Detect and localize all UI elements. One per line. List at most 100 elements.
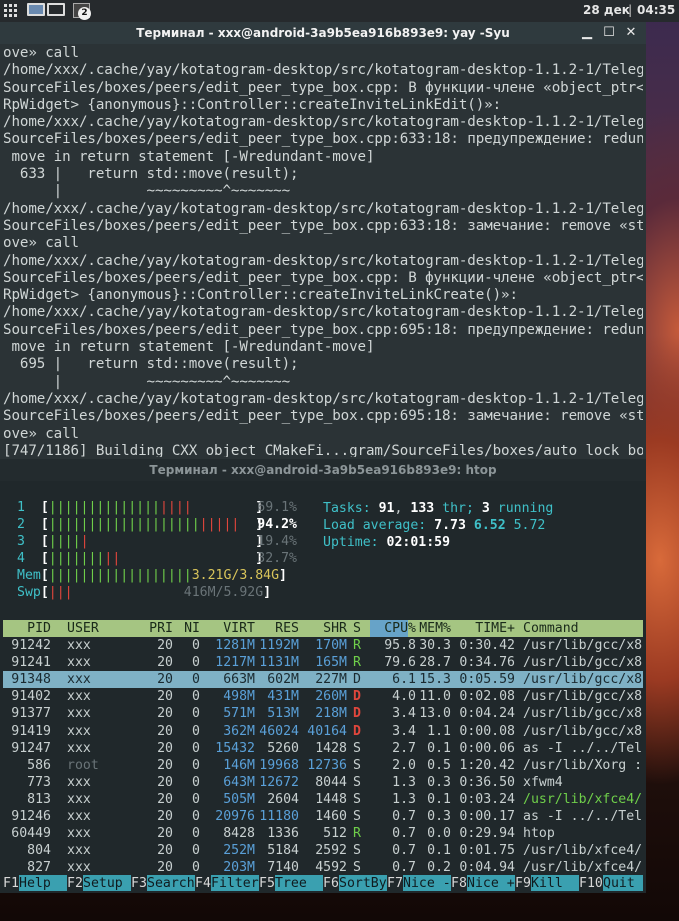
cell-mem: 15.3	[419, 672, 451, 688]
cell-user: xxx	[67, 740, 91, 756]
table-row[interactable]: 813 xxx 20 0 505M 2604 1448 S 1.3 0.1 0:03.24/usr/…	[3, 791, 643, 808]
cell-cpu: 0.7	[392, 860, 416, 876]
minimize-icon[interactable]: ▁	[576, 22, 598, 44]
fkey-f4[interactable]: F4 Filter	[195, 875, 259, 891]
fkey-key: F3	[131, 876, 147, 891]
cell-command: as -I ../../Tel	[523, 740, 643, 756]
cell-pri: 20	[157, 809, 173, 824]
cell-s: S	[353, 757, 361, 773]
terminal-line: RpWidget> {anonymous}::Controller::creat…	[3, 96, 502, 113]
cell-ni: 0	[192, 689, 200, 705]
fkey-label: Quit	[603, 875, 643, 891]
terminal-line: /home/xxx/.cache/yay/kotatogram-desktop/…	[3, 252, 643, 269]
terminal-output[interactable]: ove» call/home/xxx/.cache/yay/kotatogram…	[3, 45, 643, 457]
mem-meter-bar: ||||||||||||||||||	[48, 568, 192, 583]
terminal-line: SourceFiles/boxes/peers/edit_peer_type_b…	[3, 217, 643, 234]
fkey-f9[interactable]: F9 Kill	[515, 875, 579, 891]
table-row[interactable]: 91377 xxx 20 0 571M 513M 218M D 3.4 13.0 0:04.24/u…	[3, 705, 643, 722]
column-header-ni[interactable]: NI	[178, 620, 200, 637]
htop-view[interactable]: 1 [|||||||||||||||||| ] 69.1% 2 [|||||||||…	[3, 482, 643, 891]
fkey-f2[interactable]: F2 Setup	[67, 875, 131, 891]
table-row[interactable]: 91242 xxx 20 0 1281M 1192M 170M R 95.8 30.3 0:30.4…	[3, 637, 643, 654]
table-row[interactable]: 804 xxx 20 0 252M 5184 2592 S 0.7 0.1 0:01.75/usr/…	[3, 842, 643, 859]
mem-meter-bracket: ]	[279, 568, 287, 583]
cpu-meter-bar: ||||||||||||||	[48, 500, 160, 515]
table-row[interactable]: 91419 xxx 20 0 362M 46024 40164 D 3.4 1.1 0:00.08 /…	[3, 723, 643, 740]
table-row[interactable]: 91241 xxx 20 0 1217M 1131M 165M R 79.6 28.7 0:34.7…	[3, 654, 643, 671]
column-header-shr[interactable]: SHR	[301, 620, 347, 637]
fkey-label: Tree	[275, 875, 323, 891]
terminal-line: /home/xxx/.cache/yay/kotatogram-desktop/…	[3, 200, 643, 217]
process-table-header[interactable]: PID USER PRI NI VIRT RES SHR S CPU% MEM% TIME+ Comm…	[3, 620, 643, 637]
clock-time[interactable]: 04:35	[637, 3, 675, 17]
terminal-window-htop[interactable]: Терминал - xxx@android-3a9b5ea916b893e9:…	[0, 459, 646, 893]
cell-mem: 1.1	[427, 723, 451, 739]
cell-cpu: 79.6	[384, 655, 416, 671]
table-row[interactable]: 91402 xxx 20 0 498M 431M 260M D 4.0 11.0 0:02.08/u…	[3, 688, 643, 705]
cell-pri: 20	[157, 757, 173, 773]
column-header-mem[interactable]: MEM%	[411, 620, 451, 637]
cell-cpu: 0.7	[392, 843, 416, 859]
fkey-f10[interactable]: F10 Quit	[579, 875, 643, 891]
table-row[interactable]: 91348 xxx 20 0 663M 602M 227M D 6.1 15.3 0:05.59/u…	[3, 671, 643, 689]
fkey-f5[interactable]: F5 Tree	[259, 875, 323, 891]
column-header-command[interactable]: Command	[523, 620, 579, 637]
column-header-pid[interactable]: PID	[3, 620, 51, 637]
cell-pid: 60449	[11, 826, 51, 842]
table-row[interactable]: 60449 xxx 20 0 8428 1336 512 R 0.7 0.0 0:29.94 htop	[3, 825, 643, 842]
window-titlebar[interactable]: Терминал - xxx@android-3a9b5ea916b893e9:…	[0, 459, 646, 481]
cell-s: S	[353, 809, 361, 824]
cell-pri: 20	[157, 843, 173, 859]
close-icon[interactable]: ✕	[620, 22, 642, 44]
table-row[interactable]: 91247 xxx 20 0 15432 5260 1428 S 2.7 0.1 0:00.06 as…	[3, 740, 643, 757]
cell-res: 431M	[267, 689, 299, 705]
fkey-f7[interactable]: F7 Nice -	[387, 875, 451, 891]
table-row[interactable]: 586 root 20 0 146M 19968 12736 S 2.0 0.5 1:20.42/u…	[3, 757, 643, 774]
table-row[interactable]: 773 xxx 20 0 643M 12672 8044 S 1.3 0.3 0:36.50 xfwm…	[3, 774, 643, 791]
fkey-f3[interactable]: F3 Search	[131, 875, 195, 891]
clock-date[interactable]: 28 дек	[583, 3, 630, 17]
cell-pid: 91419	[11, 723, 51, 739]
cell-ni: 0	[192, 843, 200, 859]
column-header-res[interactable]: RES	[255, 620, 299, 637]
cell-command: /usr/lib/gcc/x8	[523, 723, 643, 739]
table-row[interactable]: 91246 xxx 20 0 20976 11180 1460 S 0.7 0.3 0:00.17 a…	[3, 808, 643, 825]
cell-shr: 218M	[315, 706, 347, 722]
cell-user: xxx	[67, 860, 91, 876]
terminal-line: SourceFiles/boxes/peers/edit_peer_type_b…	[3, 131, 643, 148]
cell-command: /usr/lib/gcc/x8	[523, 655, 643, 671]
workspace-2-icon[interactable]	[47, 3, 65, 16]
cpu-meter-value: 94.2%	[257, 517, 297, 532]
swap-meter: Swp[||| 416M/5.92G]	[17, 585, 271, 601]
fkey-key: F9	[515, 876, 531, 891]
fkey-f1[interactable]: F1 Help	[3, 875, 67, 891]
cell-time: 0:30.42	[459, 638, 515, 653]
window-title: Терминал - xxx@android-3a9b5ea916b893e9:…	[136, 26, 510, 40]
apps-menu-icon[interactable]	[3, 3, 17, 17]
cell-shr: 165M	[315, 655, 347, 671]
workspace-1-icon[interactable]	[27, 3, 45, 16]
column-header-cpu[interactable]: CPU%	[372, 620, 416, 637]
fkey-f6[interactable]: F6 SortBy	[323, 875, 387, 891]
cell-shr: 1448	[315, 791, 347, 807]
cell-pid: 827	[27, 860, 51, 876]
column-header-user[interactable]: USER	[67, 620, 99, 637]
maximize-icon[interactable]: ☐	[598, 22, 620, 44]
cell-pid: 91247	[11, 740, 51, 756]
column-header-virt[interactable]: VIRT	[203, 620, 255, 637]
cell-virt: 498M	[223, 689, 255, 705]
column-header-pri[interactable]: PRI	[145, 620, 173, 637]
cell-pri: 20	[157, 655, 173, 671]
terminal-window-yay[interactable]: Терминал - xxx@android-3a9b5ea916b893e9:…	[0, 22, 646, 459]
column-header-time[interactable]: TIME+	[453, 620, 515, 637]
terminal-line: SourceFiles/boxes/peers/edit_peer_type_b…	[3, 408, 643, 425]
column-header-s[interactable]: S	[353, 620, 361, 637]
cell-res: 1192M	[259, 638, 299, 653]
cell-cpu: 4.0	[392, 689, 416, 705]
window-titlebar[interactable]: Терминал - xxx@android-3a9b5ea916b893e9:…	[0, 22, 646, 44]
swap-meter-bar: |||	[48, 585, 73, 600]
cell-res: 1131M	[259, 655, 299, 671]
cell-user: xxx	[67, 723, 91, 739]
table-row[interactable]: 827 xxx 20 0 203M 7140 4592 S 0.7 0.2 0:04.94/usr/…	[3, 859, 643, 876]
fkey-f8[interactable]: F8 Nice +	[451, 875, 515, 891]
